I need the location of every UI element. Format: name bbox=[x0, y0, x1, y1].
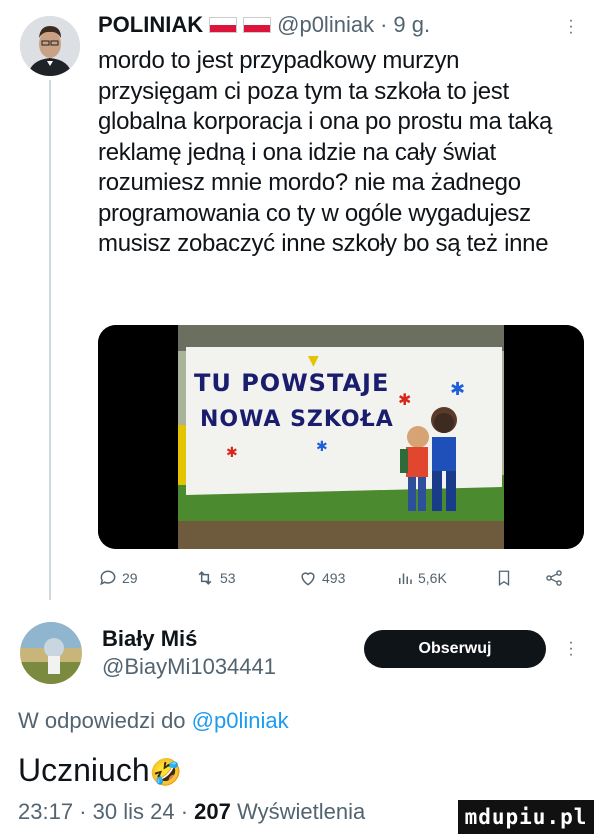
tweet-actions: 29 53 493 5,6K bbox=[98, 568, 568, 592]
svg-text:✱: ✱ bbox=[398, 390, 411, 409]
person-photo bbox=[20, 16, 80, 76]
like-count: 493 bbox=[322, 570, 346, 586]
share-button[interactable] bbox=[544, 568, 564, 588]
bookmark-icon bbox=[498, 570, 510, 587]
follow-button[interactable]: Obserwuj bbox=[364, 630, 546, 668]
reply-views-count: 207 bbox=[194, 799, 231, 824]
reply-text-body: Uczniuch bbox=[18, 752, 150, 788]
media-photo: ✱ ✱ ✱ ✱ ▼ bbox=[98, 325, 584, 549]
banner-line-2: NOWA SZKOŁA bbox=[200, 407, 394, 432]
reply-author-handle[interactable]: @BiayMi1034441 bbox=[102, 654, 276, 680]
reply-views-label: Wyświetlenia bbox=[237, 799, 366, 824]
svg-text:✱: ✱ bbox=[450, 379, 465, 400]
views-icon bbox=[399, 573, 412, 584]
retweet-count: 53 bbox=[220, 570, 236, 586]
retweet-icon bbox=[198, 571, 212, 585]
share-icon bbox=[546, 570, 562, 586]
reply-context: W odpowiedzi do @p0liniak bbox=[18, 708, 289, 734]
more-icon[interactable]: · · · bbox=[566, 635, 576, 663]
like-button[interactable]: 493 bbox=[298, 568, 345, 588]
retweet-button[interactable]: 53 bbox=[194, 568, 236, 588]
reply-meta: 23:17 · 30 lis 24 · 207 Wyświetlenia bbox=[18, 799, 366, 824]
views-button[interactable]: 5,6K bbox=[396, 568, 447, 588]
flag-icon bbox=[209, 17, 238, 33]
reply-to-handle[interactable]: @p0liniak bbox=[192, 708, 289, 733]
reply-time[interactable]: 23:17 bbox=[18, 799, 73, 824]
flag-icon bbox=[243, 17, 272, 33]
reply-prefix: W odpowiedzi do bbox=[18, 708, 186, 733]
tweet-header: POLINIAK @p0liniak · 9 g. bbox=[98, 12, 430, 38]
reply-date[interactable]: 30 lis 24 bbox=[93, 799, 175, 824]
views-count: 5,6K bbox=[418, 570, 447, 586]
thread-line bbox=[49, 80, 51, 600]
svg-text:▼: ▼ bbox=[308, 353, 319, 369]
reply-author-name[interactable]: Biały Miś bbox=[102, 626, 197, 652]
banner-line-1: TU POWSTAJE bbox=[194, 369, 390, 397]
reply-avatar[interactable] bbox=[20, 622, 82, 684]
reply-button[interactable]: 29 bbox=[98, 568, 138, 588]
author-handle[interactable]: @p0liniak bbox=[277, 12, 374, 38]
cartoon-avatar bbox=[20, 622, 82, 684]
author-name[interactable]: POLINIAK bbox=[98, 12, 203, 38]
site-watermark: mdupiu.pl bbox=[458, 800, 594, 834]
more-icon[interactable]: · · · bbox=[566, 13, 576, 41]
tweet-time[interactable]: 9 g. bbox=[393, 12, 430, 38]
bookmark-button[interactable] bbox=[495, 568, 513, 588]
reply-text: Uczniuch🤣 bbox=[18, 752, 182, 789]
svg-text:✱: ✱ bbox=[226, 445, 238, 461]
separator-dot: · bbox=[380, 12, 388, 37]
laughing-emoji-icon: 🤣 bbox=[149, 757, 182, 787]
tweet-text: mordo to jest przypadkowy murzyn przysię… bbox=[98, 47, 553, 257]
tweet-media[interactable]: ✱ ✱ ✱ ✱ ▼ TU POWSTAJE NOWA SZKOŁA bbox=[98, 325, 584, 549]
avatar[interactable] bbox=[20, 16, 80, 76]
reply-icon bbox=[100, 570, 116, 586]
like-icon bbox=[301, 572, 315, 586]
reply-count: 29 bbox=[122, 570, 138, 586]
svg-text:✱: ✱ bbox=[316, 439, 328, 455]
